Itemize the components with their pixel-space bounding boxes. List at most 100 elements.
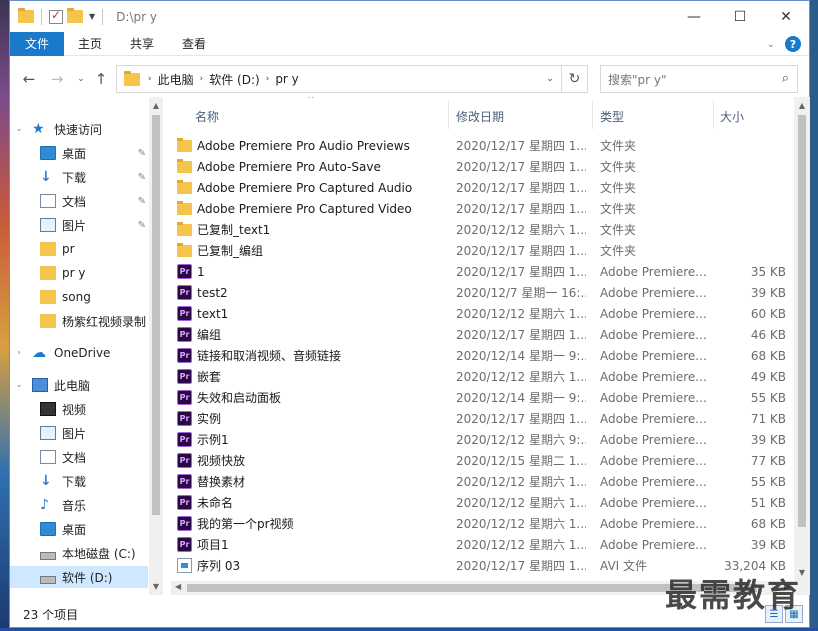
new-folder-icon[interactable] <box>67 8 83 23</box>
sidebar-item[interactable]: ⌄ 此电脑 <box>10 374 148 396</box>
sidebar-item[interactable]: 软件 (D:) <box>10 566 148 588</box>
folder-icon <box>177 138 192 152</box>
sidebar-item[interactable]: ↓ 下载 <box>10 470 148 492</box>
properties-icon[interactable] <box>49 8 63 24</box>
sidebar-item[interactable]: 文档 ✎ <box>10 190 148 212</box>
file-type: Adobe Premiere... <box>600 264 707 279</box>
search-placeholder: 搜索"pr y" <box>608 72 667 87</box>
sidebar-item-label: pr y <box>62 266 86 280</box>
file-row[interactable]: Adobe Premiere Pro Audio Previews 2020/12… <box>171 135 794 156</box>
drive-icon <box>40 552 56 560</box>
file-list-scrollbar[interactable]: ▲ ▼ <box>794 97 810 595</box>
file-row[interactable]: Pr text1 2020/12/12 星期六 1... Adobe Premiere… <box>171 303 794 324</box>
file-row[interactable]: Pr 编组 2020/12/17 星期四 1... Adobe Premiere...… <box>171 324 794 345</box>
breadcrumb-this-pc[interactable]: 此电脑 <box>152 71 200 88</box>
folder-icon[interactable] <box>18 8 34 23</box>
customize-dropdown-icon[interactable]: ▼ <box>89 12 95 21</box>
file-row[interactable]: Pr 未命名 2020/12/12 星期六 1... Adobe Premiere..… <box>171 492 794 513</box>
sidebar-item[interactable]: pr y <box>10 262 148 284</box>
premiere-project-icon: Pr <box>177 327 192 342</box>
sidebar-item[interactable]: 本地磁盘 (C:) <box>10 542 148 564</box>
column-type[interactable]: 类型 <box>600 97 624 135</box>
search-input[interactable]: 搜索"pr y" ⌕ <box>600 65 798 93</box>
column-divider[interactable] <box>713 101 714 129</box>
refresh-button[interactable]: ↻ <box>562 65 588 93</box>
close-button[interactable]: ✕ <box>763 1 809 32</box>
sidebar-item-label: song <box>62 290 91 304</box>
file-row[interactable]: Pr 实例 2020/12/17 星期四 1... Adobe Premiere...… <box>171 408 794 429</box>
scroll-thumb[interactable] <box>152 115 160 515</box>
column-size[interactable]: 大小 <box>720 97 744 135</box>
sidebar-item[interactable]: pr <box>10 238 148 260</box>
file-name: 未命名 <box>197 496 234 510</box>
address-bar[interactable]: › 此电脑 › 软件 (D:) › pr y ⌄ <box>116 65 562 93</box>
sidebar-item[interactable]: › ☁ OneDrive <box>10 342 148 364</box>
column-date[interactable]: 修改日期 <box>456 97 504 135</box>
sidebar-item[interactable]: ⌄ ★ 快速访问 <box>10 118 148 140</box>
pin-icon[interactable]: ✎ <box>138 220 146 231</box>
minimize-button[interactable]: — <box>671 1 717 32</box>
file-name: 示例1 <box>197 433 229 447</box>
file-row[interactable]: Pr test2 2020/12/7 星期一 16:... Adobe Premier… <box>171 282 794 303</box>
file-row[interactable]: Pr 项目1 2020/12/12 星期六 1... Adobe Premiere..… <box>171 534 794 555</box>
title-bar: ▼ D:\pr y — ☐ ✕ <box>10 1 809 32</box>
back-button[interactable]: ← <box>16 66 42 92</box>
tab-share[interactable]: 共享 <box>116 32 168 56</box>
file-type: Adobe Premiere... <box>600 495 707 510</box>
file-row[interactable]: Pr 链接和取消视频、音频链接 2020/12/14 星期一 9:... Adobe … <box>171 345 794 366</box>
column-name[interactable]: 名称 <box>195 97 219 135</box>
scroll-left-icon[interactable]: ◀ <box>175 582 181 591</box>
file-row[interactable]: Pr 替换素材 2020/12/12 星期六 1... Adobe Premiere.… <box>171 471 794 492</box>
file-row[interactable]: Pr 1 2020/12/17 星期四 1... Adobe Premiere... 3… <box>171 261 794 282</box>
chevron-down-icon[interactable]: ⌄ <box>14 124 24 134</box>
help-icon[interactable]: ? <box>785 36 801 52</box>
file-row[interactable]: Adobe Premiere Pro Captured Audio 2020/12… <box>171 177 794 198</box>
sidebar-item[interactable]: 桌面 ✎ <box>10 142 148 164</box>
file-row[interactable]: Pr 视频快放 2020/12/15 星期二 1... Adobe Premiere.… <box>171 450 794 471</box>
navigation-pane-scrollbar[interactable]: ▲ ▼ <box>149 97 163 595</box>
scroll-thumb[interactable] <box>798 115 806 527</box>
column-divider[interactable] <box>448 101 449 129</box>
sidebar-item[interactable]: 图片 ✎ <box>10 214 148 236</box>
breadcrumb-pr-y[interactable]: pr y <box>269 72 304 86</box>
scroll-up-icon[interactable]: ▲ <box>149 101 163 110</box>
file-row[interactable]: Pr 嵌套 2020/12/12 星期六 1... Adobe Premiere...… <box>171 366 794 387</box>
address-dropdown-icon[interactable]: ⌄ <box>539 66 561 92</box>
file-row[interactable]: Pr 我的第一个pr视频 2020/12/12 星期六 1... Adobe Prem… <box>171 513 794 534</box>
file-row[interactable]: 已复制_text1 2020/12/12 星期六 1... 文件夹 <box>171 219 794 240</box>
scroll-up-icon[interactable]: ▲ <box>794 101 810 110</box>
tab-home[interactable]: 主页 <box>64 32 116 56</box>
premiere-project-icon: Pr <box>177 453 192 468</box>
tab-file[interactable]: 文件 <box>10 31 65 56</box>
pin-icon[interactable]: ✎ <box>138 196 146 207</box>
file-row[interactable]: Pr 示例1 2020/12/12 星期六 9:... Adobe Premiere.… <box>171 429 794 450</box>
expand-ribbon-icon[interactable]: ⌄ <box>767 39 775 50</box>
sidebar-item[interactable]: 图片 <box>10 422 148 444</box>
sidebar-item[interactable]: 视频 <box>10 398 148 420</box>
file-row[interactable]: 已复制_编组 2020/12/17 星期四 1... 文件夹 <box>171 240 794 261</box>
premiere-project-icon: Pr <box>177 264 192 279</box>
chevron-down-icon[interactable]: ⌄ <box>14 380 24 390</box>
forward-button[interactable]: → <box>44 66 70 92</box>
sidebar-item[interactable]: 文档 <box>10 446 148 468</box>
file-row[interactable]: Adobe Premiere Pro Auto-Save 2020/12/17 星… <box>171 156 794 177</box>
column-divider[interactable] <box>592 101 593 129</box>
file-row[interactable]: Adobe Premiere Pro Captured Video 2020/12… <box>171 198 794 219</box>
sidebar-item[interactable]: 杨紫红视频录制 <box>10 310 148 332</box>
sidebar-item[interactable]: song <box>10 286 148 308</box>
breadcrumb-drive-d[interactable]: 软件 (D:) <box>203 71 265 88</box>
pin-icon[interactable]: ✎ <box>138 148 146 159</box>
maximize-button[interactable]: ☐ <box>717 1 763 32</box>
video-file-icon <box>177 558 192 573</box>
file-name: text1 <box>197 306 229 321</box>
sidebar-item[interactable]: 桌面 <box>10 518 148 540</box>
sidebar-item[interactable]: ♪ 音乐 <box>10 494 148 516</box>
file-row[interactable]: Pr 失效和启动面板 2020/12/14 星期一 9:... Adobe Premi… <box>171 387 794 408</box>
pin-icon[interactable]: ✎ <box>138 172 146 183</box>
up-button[interactable]: ↑ <box>88 66 114 92</box>
scroll-down-icon[interactable]: ▼ <box>149 582 163 591</box>
tab-view[interactable]: 查看 <box>168 32 220 56</box>
sidebar-item[interactable]: ↓ 下载 ✎ <box>10 166 148 188</box>
file-date: 2020/12/12 星期六 1... <box>456 223 586 237</box>
chevron-right-icon[interactable]: › <box>14 348 24 358</box>
